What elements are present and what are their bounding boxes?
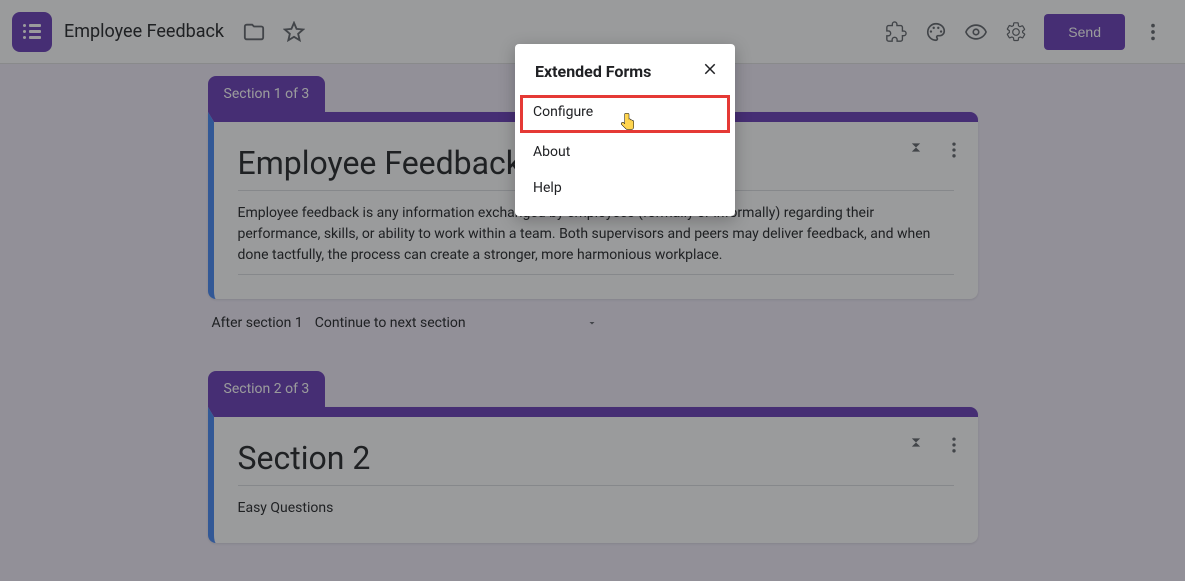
close-icon[interactable] bbox=[701, 60, 719, 82]
popover-item-help[interactable]: Help bbox=[515, 170, 735, 206]
extended-forms-popover: Extended Forms Configure About Help bbox=[515, 44, 735, 216]
popover-title: Extended Forms bbox=[535, 62, 651, 81]
popover-item-configure[interactable]: Configure bbox=[519, 94, 731, 134]
popover-item-about[interactable]: About bbox=[515, 134, 735, 170]
